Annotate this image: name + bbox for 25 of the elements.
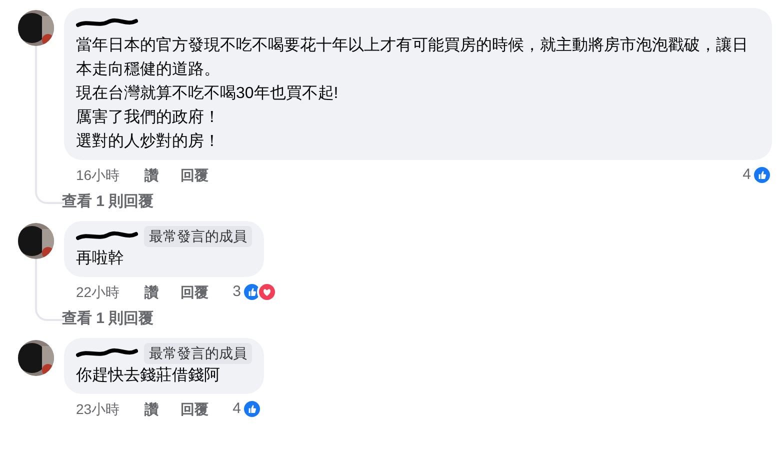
scribble-mark [76, 230, 138, 242]
reply-link[interactable]: 回覆 [180, 282, 209, 302]
view-replies-link[interactable]: 查看 1 則回覆 [62, 306, 154, 332]
reaction-count: 4 [742, 164, 751, 185]
reply-link[interactable]: 回覆 [180, 164, 209, 186]
comment-text: 現在台灣就算不吃不喝30年也買不起! [76, 84, 340, 104]
comment-time[interactable]: 23小時 [76, 398, 120, 420]
member-badge: 最常發言的成員 [144, 226, 252, 246]
comment-text: 選對的人炒對的房！ [76, 132, 221, 152]
comment-text: 當年日本的官方發現不吃不喝要花十年以上才有可能買房的時候，就主動將房市泡泡戳破，讓日本走向穩健的道路。 [76, 36, 749, 80]
like-link[interactable]: 讚 [144, 282, 159, 302]
scribble-mark [76, 17, 138, 29]
reaction-count: 3 [232, 282, 241, 302]
comment-time[interactable]: 16小時 [76, 164, 120, 186]
view-replies-link[interactable]: 查看 1 則回覆 [62, 189, 154, 215]
member-badge: 最常發言的成員 [144, 342, 252, 364]
reply-link[interactable]: 回覆 [180, 398, 209, 420]
comment-text: 再啦幹 [76, 248, 125, 269]
comment-text: 厲害了我們的政府！ [76, 108, 221, 128]
like-link[interactable]: 讚 [144, 164, 159, 186]
scribble-mark [76, 347, 138, 359]
reaction-count: 4 [232, 398, 241, 419]
comment-text: 你趕快去錢莊借錢阿 [76, 366, 221, 386]
like-link[interactable]: 讚 [144, 398, 159, 420]
comment-time[interactable]: 22小時 [76, 282, 120, 302]
